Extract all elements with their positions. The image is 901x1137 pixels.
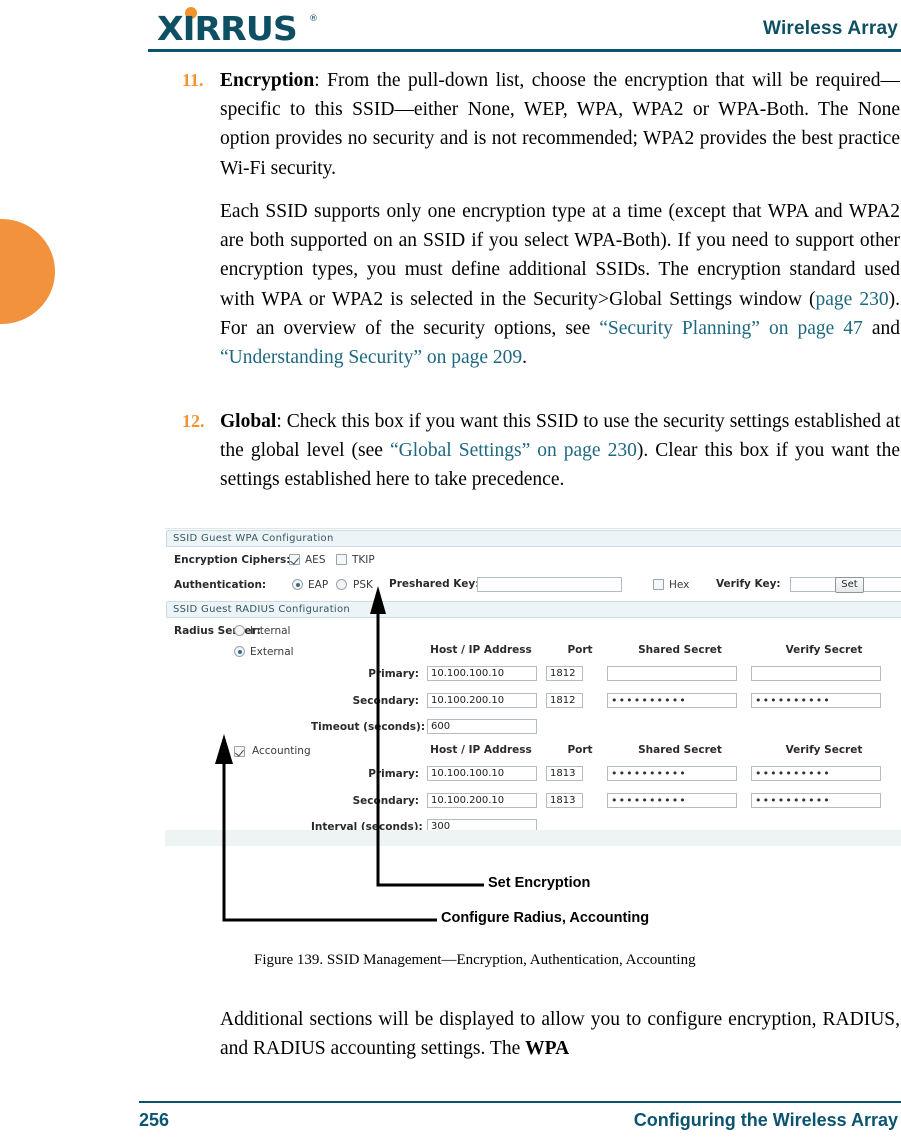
accounting-secondary-host-input[interactable]: 10.100.200.10 <box>427 793 537 808</box>
radius-col-shared-secret: Shared Secret <box>638 644 722 656</box>
footer-page-number: 256 <box>139 1110 170 1130</box>
radius-primary-host-input[interactable]: 10.100.100.10 <box>427 666 537 681</box>
accounting-secondary-port-input[interactable]: 1813 <box>546 793 583 808</box>
list-item-11: 11. Encryption: From the pull-down list,… <box>182 66 900 183</box>
radius-server-label: Radius Server: <box>174 625 261 637</box>
link-global-settings[interactable]: “Global Settings” on page 230 <box>390 440 637 461</box>
figure-139: SSID Guest WPA Configuration Encryption … <box>165 528 901 848</box>
accounting-checkbox[interactable] <box>234 746 245 757</box>
accounting-label: Accounting <box>252 745 311 757</box>
radius-secondary-label: Secondary: <box>352 695 419 707</box>
screenshot-bottom-strip <box>165 830 901 846</box>
set-encryption-button[interactable]: Set <box>835 577 864 593</box>
footer-divider <box>139 1101 901 1103</box>
radius-configuration-section-header: SSID Guest RADIUS Configuration <box>166 601 901 618</box>
header-divider <box>148 49 901 52</box>
radius-primary-verify-secret-input[interactable] <box>751 666 881 681</box>
paragraph-additional-bold: WPA <box>525 1038 570 1060</box>
tkip-checkbox[interactable] <box>336 554 347 565</box>
paragraph-each-ssid-t4: . <box>522 347 528 369</box>
ssid-management-screenshot: SSID Guest WPA Configuration Encryption … <box>165 528 901 830</box>
list-item-12-lead: Global <box>220 411 277 432</box>
paragraph-each-ssid: Each SSID supports only one encryption t… <box>220 197 900 372</box>
accounting-interval-input[interactable]: 300 <box>427 819 537 830</box>
accounting-col-port: Port <box>567 744 593 756</box>
list-item-12-text: Global: Check this box if you want this … <box>220 407 900 495</box>
link-security-planning[interactable]: “Security Planning” on page 47 <box>599 318 863 339</box>
hex-label: Hex <box>669 579 690 591</box>
paragraph-each-ssid-t3: and <box>862 317 900 339</box>
authentication-label: Authentication: <box>174 579 267 591</box>
verify-key-label: Verify Key: <box>716 578 781 590</box>
logo-trademark: ® <box>309 14 318 24</box>
radius-external-radio[interactable] <box>234 646 245 657</box>
page-header: XIRRUS ® Wireless Array <box>0 0 901 56</box>
radius-secondary-verify-secret-input[interactable]: •••••••••• <box>751 693 881 708</box>
accounting-primary-verify-secret-input[interactable]: •••••••••• <box>751 766 881 781</box>
radius-col-host: Host / IP Address <box>430 644 532 656</box>
hex-checkbox[interactable] <box>653 579 664 590</box>
accounting-primary-port-input[interactable]: 1813 <box>546 766 583 781</box>
radius-internal-label: Internal <box>250 625 291 637</box>
callout-label-configure-radius: Configure Radius, Accounting <box>441 910 650 926</box>
page-edge-tab <box>0 219 55 324</box>
list-item-11-text: Encryption: From the pull-down list, cho… <box>220 66 900 183</box>
footer-section-title: Configuring the Wireless Array <box>633 1110 898 1130</box>
radius-secondary-shared-secret-input[interactable]: •••••••••• <box>607 693 737 708</box>
logo-wordmark: XIRRUS <box>157 9 298 48</box>
list-number-11: 11. <box>182 70 204 90</box>
list-number-12: 12. <box>182 411 205 431</box>
preshared-key-input[interactable] <box>477 577 622 592</box>
eap-label: EAP <box>308 579 329 591</box>
radius-primary-shared-secret-input[interactable] <box>607 666 737 681</box>
paragraph-each-ssid-t1: Each SSID supports only one encryption t… <box>220 201 900 310</box>
psk-label: PSK <box>353 579 373 591</box>
wpa-configuration-section-header: SSID Guest WPA Configuration <box>166 530 901 547</box>
link-understanding-security[interactable]: “Understanding Security” on page 209 <box>220 347 522 368</box>
link-page-230[interactable]: page 230 <box>816 289 889 310</box>
eap-radio[interactable] <box>292 579 303 590</box>
xirrus-logo: XIRRUS ® <box>157 6 337 48</box>
accounting-primary-host-input[interactable]: 10.100.100.10 <box>427 766 537 781</box>
radius-primary-label: Primary: <box>368 668 419 680</box>
header-title: Wireless Array <box>762 18 898 39</box>
encryption-ciphers-label: Encryption Ciphers: <box>174 554 291 566</box>
psk-radio[interactable] <box>336 579 347 590</box>
radius-timeout-label: Timeout (seconds): <box>311 721 426 733</box>
list-item-12: 12. Global: Check this box if you want t… <box>182 407 900 495</box>
accounting-col-host: Host / IP Address <box>430 744 532 756</box>
radius-col-port: Port <box>567 644 593 656</box>
radius-external-label: External <box>250 646 294 658</box>
accounting-secondary-shared-secret-input[interactable]: •••••••••• <box>607 793 737 808</box>
accounting-interval-label: Interval (seconds): <box>311 821 423 830</box>
radius-internal-radio[interactable] <box>234 625 245 636</box>
list-item-11-lead: Encryption <box>220 70 315 91</box>
accounting-col-shared-secret: Shared Secret <box>638 744 722 756</box>
radius-secondary-host-input[interactable]: 10.100.200.10 <box>427 693 537 708</box>
figure-caption: Figure 139. SSID Management—Encryption, … <box>254 952 696 968</box>
preshared-key-label: Preshared Key: <box>389 578 480 590</box>
radius-primary-port-input[interactable]: 1812 <box>546 666 583 681</box>
radius-timeout-input[interactable]: 600 <box>427 719 537 734</box>
accounting-secondary-label: Secondary: <box>352 795 419 807</box>
tkip-label: TKIP <box>352 554 375 566</box>
callout-label-set-encryption: Set Encryption <box>488 875 591 891</box>
accounting-col-verify-secret: Verify Secret <box>785 744 863 756</box>
radius-secondary-port-input[interactable]: 1812 <box>546 693 583 708</box>
accounting-primary-label: Primary: <box>368 768 419 780</box>
list-item-11-body: : From the pull-down list, choose the en… <box>220 70 900 179</box>
aes-checkbox[interactable] <box>289 554 300 565</box>
accounting-secondary-verify-secret-input[interactable]: •••••••••• <box>751 793 881 808</box>
paragraph-additional-sections: Additional sections will be displayed to… <box>220 1005 900 1063</box>
accounting-primary-shared-secret-input[interactable]: •••••••••• <box>607 766 737 781</box>
radius-col-verify-secret: Verify Secret <box>785 644 863 656</box>
aes-label: AES <box>305 554 326 566</box>
